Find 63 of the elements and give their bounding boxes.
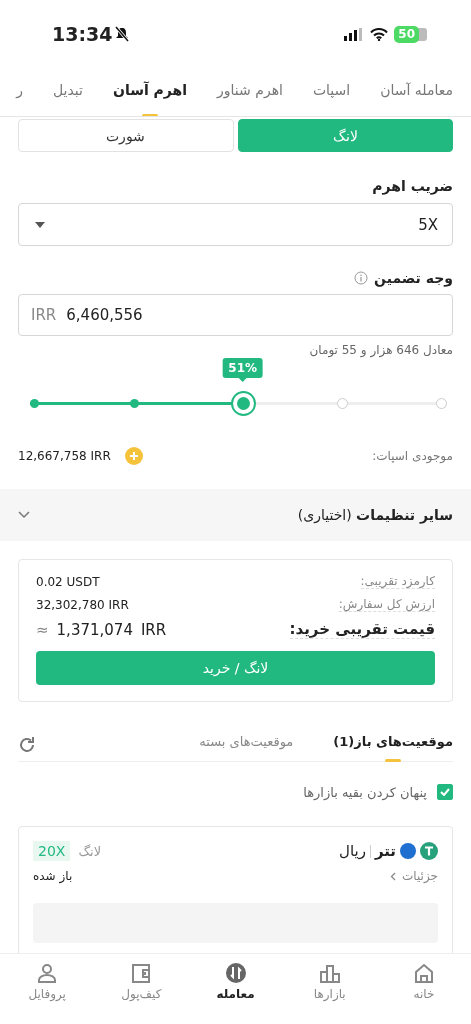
coin-icon xyxy=(400,843,416,859)
balance-value: 12,667,758 IRR xyxy=(18,449,111,463)
price-value: 1,371,074 xyxy=(56,620,133,639)
slider-mark[interactable] xyxy=(336,398,348,409)
margin-input[interactable]: IRR 6,460,556 xyxy=(18,294,453,336)
check-icon xyxy=(440,788,450,796)
checkbox-label: پنهان کردن بقیه بازارها xyxy=(303,784,427,800)
slider-mark[interactable] xyxy=(30,399,39,408)
dropdown-caret-icon xyxy=(35,221,45,228)
buy-button[interactable]: لانگ / خرید xyxy=(36,651,435,685)
tab[interactable]: معامله آسان xyxy=(380,76,453,116)
details-link[interactable]: جزئیات xyxy=(390,869,438,883)
unit-label: IRR xyxy=(31,306,57,324)
signal-icon xyxy=(344,27,365,41)
summary-value: 32,302,780 IRR xyxy=(36,597,129,612)
leverage-badge: 20X xyxy=(33,841,71,861)
swap-icon xyxy=(224,962,247,984)
summary-value: 0.02 USDT xyxy=(36,574,100,589)
side-button[interactable]: لانگ xyxy=(237,119,453,152)
tab[interactable]: اسپات xyxy=(312,76,351,116)
tab[interactable]: اهرم آسان xyxy=(112,76,188,116)
nav-item[interactable]: بازارها xyxy=(294,962,365,1001)
leverage-select[interactable]: 5X xyxy=(18,203,453,246)
wallet-icon xyxy=(130,962,153,984)
settings-header[interactable]: سایر تنظیمات (اختیاری) xyxy=(0,489,471,541)
tab[interactable]: اهرم شناور xyxy=(217,76,283,116)
summary-label: ارزش کل سفارش: xyxy=(338,597,435,612)
nav-item[interactable]: کیف‌پول xyxy=(106,962,177,1001)
person-icon xyxy=(36,962,59,984)
coin-icon xyxy=(420,842,438,860)
nav-item[interactable]: معامله xyxy=(200,962,271,1001)
field-label: وجه تضمین xyxy=(374,270,453,286)
side-button[interactable]: شورت xyxy=(18,119,234,152)
tab[interactable]: موقعیت‌های باز(1) xyxy=(333,728,453,761)
position-status: باز شده xyxy=(33,869,73,883)
input-value: 6,460,556 xyxy=(66,306,143,324)
checkbox[interactable] xyxy=(437,784,453,800)
slider-thumb[interactable] xyxy=(230,391,256,416)
add-icon[interactable] xyxy=(124,447,143,465)
info-icon xyxy=(354,271,369,285)
tab[interactable]: تبدیل xyxy=(52,76,83,116)
nav-item[interactable]: خانه xyxy=(388,962,459,1001)
balance-label: موجودی اسپات: xyxy=(372,449,453,463)
chevron-left-icon xyxy=(390,871,397,881)
field-label: ضریب اهرم xyxy=(371,178,454,194)
slider-mark[interactable] xyxy=(130,399,140,408)
tab[interactable]: موقعیت‌های بسته xyxy=(199,728,294,761)
price-unit: IRR xyxy=(140,620,167,639)
slider-mark[interactable] xyxy=(436,398,447,409)
clock-time: 13:34 xyxy=(52,23,113,45)
quote-currency: ریال xyxy=(339,842,366,860)
refresh-icon[interactable] xyxy=(18,735,36,754)
home-icon xyxy=(412,962,435,984)
nav-item[interactable]: پروفایل xyxy=(12,962,83,1001)
tab[interactable]: ر xyxy=(16,76,23,116)
approx-sign: ≈ xyxy=(36,620,49,639)
wifi-icon xyxy=(370,27,389,41)
base-currency: تتر xyxy=(374,842,396,860)
bar-chart-icon xyxy=(318,962,341,984)
summary-label: کارمزد تقریبی: xyxy=(360,574,435,589)
position-side: لانگ xyxy=(78,843,102,859)
summary-label: قیمت تقریبی خرید: xyxy=(289,620,435,639)
hint-text: معادل 646 هزار و 55 تومان xyxy=(308,342,454,357)
